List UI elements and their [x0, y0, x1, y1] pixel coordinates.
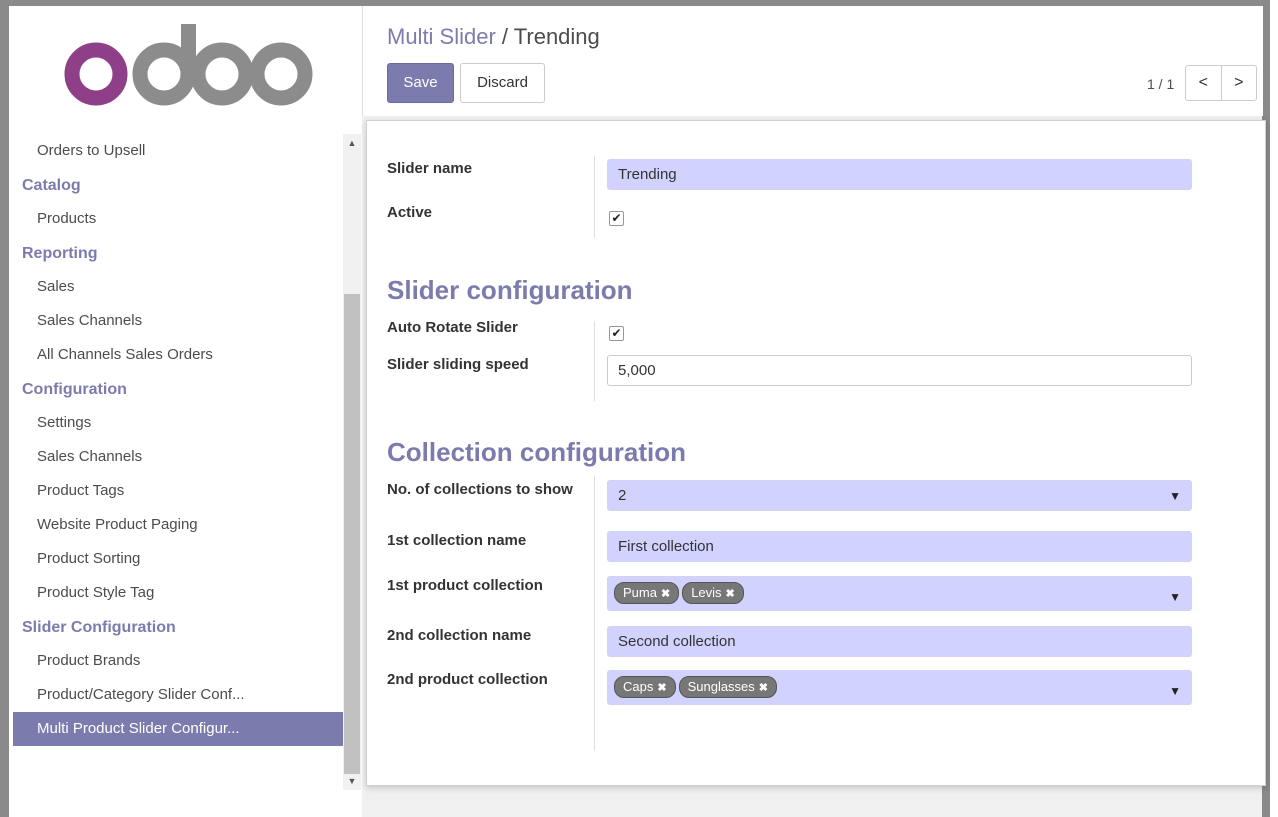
speed-field[interactable]: 5,000 [607, 355, 1192, 386]
slider-name-field[interactable]: Trending [607, 159, 1192, 190]
active-label: Active [387, 204, 433, 221]
second-collection-name-label: 2nd collection name [387, 627, 532, 644]
num-collections-label: No. of collections to show [387, 481, 573, 498]
first-collection-name-label: 1st collection name [387, 532, 527, 549]
form-divider [594, 156, 595, 238]
breadcrumb-parent-link[interactable]: Multi Slider [387, 24, 496, 49]
tag-label: Puma [623, 585, 657, 600]
remove-tag-icon[interactable]: ✖ [657, 682, 666, 694]
auto-rotate-label: Auto Rotate Slider [387, 319, 518, 336]
breadcrumb-current: Trending [513, 24, 600, 49]
remove-tag-icon[interactable]: ✖ [726, 588, 735, 600]
breadcrumb-separator: / [495, 24, 514, 49]
breadcrumb: Multi Slider / Trending [387, 24, 600, 50]
tag-caps[interactable]: Caps ✖ [614, 676, 676, 698]
first-product-collection-label: 1st product collection [387, 577, 543, 594]
sidebar-header-catalog: Catalog [22, 177, 81, 194]
pager-previous-button[interactable]: < [1186, 66, 1222, 100]
sidebar-header-slider-configuration: Slider Configuration [22, 619, 176, 636]
tag-puma[interactable]: Puma ✖ [614, 582, 680, 604]
slider-name-label: Slider name [387, 160, 473, 177]
active-checkbox[interactable]: ✔ [609, 211, 624, 226]
tag-levis[interactable]: Levis ✖ [682, 582, 744, 604]
first-collection-name-field[interactable]: First collection [607, 531, 1192, 562]
pager-next-button[interactable]: > [1222, 66, 1257, 100]
sidebar-item-settings[interactable]: Settings [9, 406, 352, 440]
tag-label: Levis [691, 585, 722, 600]
sidebar-scrollbar[interactable]: ▲ ▼ [343, 134, 361, 790]
sidebar-item-product-style-tag[interactable]: Product Style Tag [9, 576, 352, 610]
num-collections-value: 2 [618, 487, 627, 504]
sidebar-item-sales[interactable]: Sales [9, 270, 352, 304]
dropdown-caret-icon: ▼ [1169, 590, 1181, 604]
auto-rotate-checkbox[interactable]: ✔ [609, 326, 624, 341]
form-divider [594, 476, 595, 751]
dropdown-caret-icon: ▼ [1169, 684, 1181, 698]
sidebar-item-products[interactable]: Products [9, 202, 352, 236]
save-button[interactable]: Save [387, 63, 454, 103]
remove-tag-icon[interactable]: ✖ [661, 588, 670, 600]
sidebar-item-product-sorting[interactable]: Product Sorting [9, 542, 352, 576]
sidebar-header-reporting: Reporting [22, 245, 98, 262]
pager-value: 1 / 1 [1147, 76, 1175, 92]
first-product-collection-field[interactable]: Puma ✖ Levis ✖ ▼ [607, 576, 1192, 611]
sidebar-item-product-category-slider[interactable]: Product/Category Slider Conf... [9, 678, 352, 712]
collection-configuration-title: Collection configuration [387, 437, 686, 467]
scroll-up-arrow-icon[interactable]: ▲ [343, 134, 361, 152]
scroll-down-arrow-icon[interactable]: ▼ [343, 772, 361, 790]
sidebar-item-all-channels-sales-orders[interactable]: All Channels Sales Orders [9, 338, 352, 372]
sidebar-item-multi-product-slider[interactable]: Multi Product Slider Configur... [13, 712, 352, 746]
sidebar-item-orders-to-upsell[interactable]: Orders to Upsell [9, 134, 352, 168]
second-product-collection-field[interactable]: Caps ✖ Sunglasses ✖ ▼ [607, 670, 1192, 705]
sidebar-item-product-tags[interactable]: Product Tags [9, 474, 352, 508]
remove-tag-icon[interactable]: ✖ [759, 682, 768, 694]
speed-label: Slider sliding speed [387, 356, 529, 373]
sidebar: Orders to Upsell Catalog Products Report… [9, 6, 362, 817]
pager-buttons: < > [1185, 65, 1257, 101]
scrollbar-thumb[interactable] [344, 294, 360, 774]
second-collection-name-field[interactable]: Second collection [607, 626, 1192, 657]
form-sheet: Slider name Trending Active ✔ Slider con… [366, 120, 1266, 786]
tag-label: Caps [623, 679, 654, 694]
sidebar-menu: Orders to Upsell Catalog Products Report… [9, 134, 352, 794]
sidebar-item-product-brands[interactable]: Product Brands [9, 644, 352, 678]
num-collections-select[interactable]: 2 ▼ [607, 480, 1192, 511]
form-divider [594, 321, 595, 401]
sidebar-item-config-sales-channels[interactable]: Sales Channels [9, 440, 352, 474]
odoo-logo[interactable] [64, 20, 314, 106]
sidebar-header-configuration: Configuration [22, 381, 127, 398]
discard-button[interactable]: Discard [460, 63, 545, 103]
sidebar-item-sales-channels[interactable]: Sales Channels [9, 304, 352, 338]
slider-configuration-title: Slider configuration [387, 275, 633, 305]
control-panel: Multi Slider / Trending Save Discard 1 /… [362, 6, 1263, 116]
sidebar-item-website-product-paging[interactable]: Website Product Paging [9, 508, 352, 542]
tag-sunglasses[interactable]: Sunglasses ✖ [678, 676, 778, 698]
tag-label: Sunglasses [687, 679, 755, 694]
second-product-collection-label: 2nd product collection [387, 671, 548, 688]
dropdown-caret-icon: ▼ [1169, 489, 1181, 503]
